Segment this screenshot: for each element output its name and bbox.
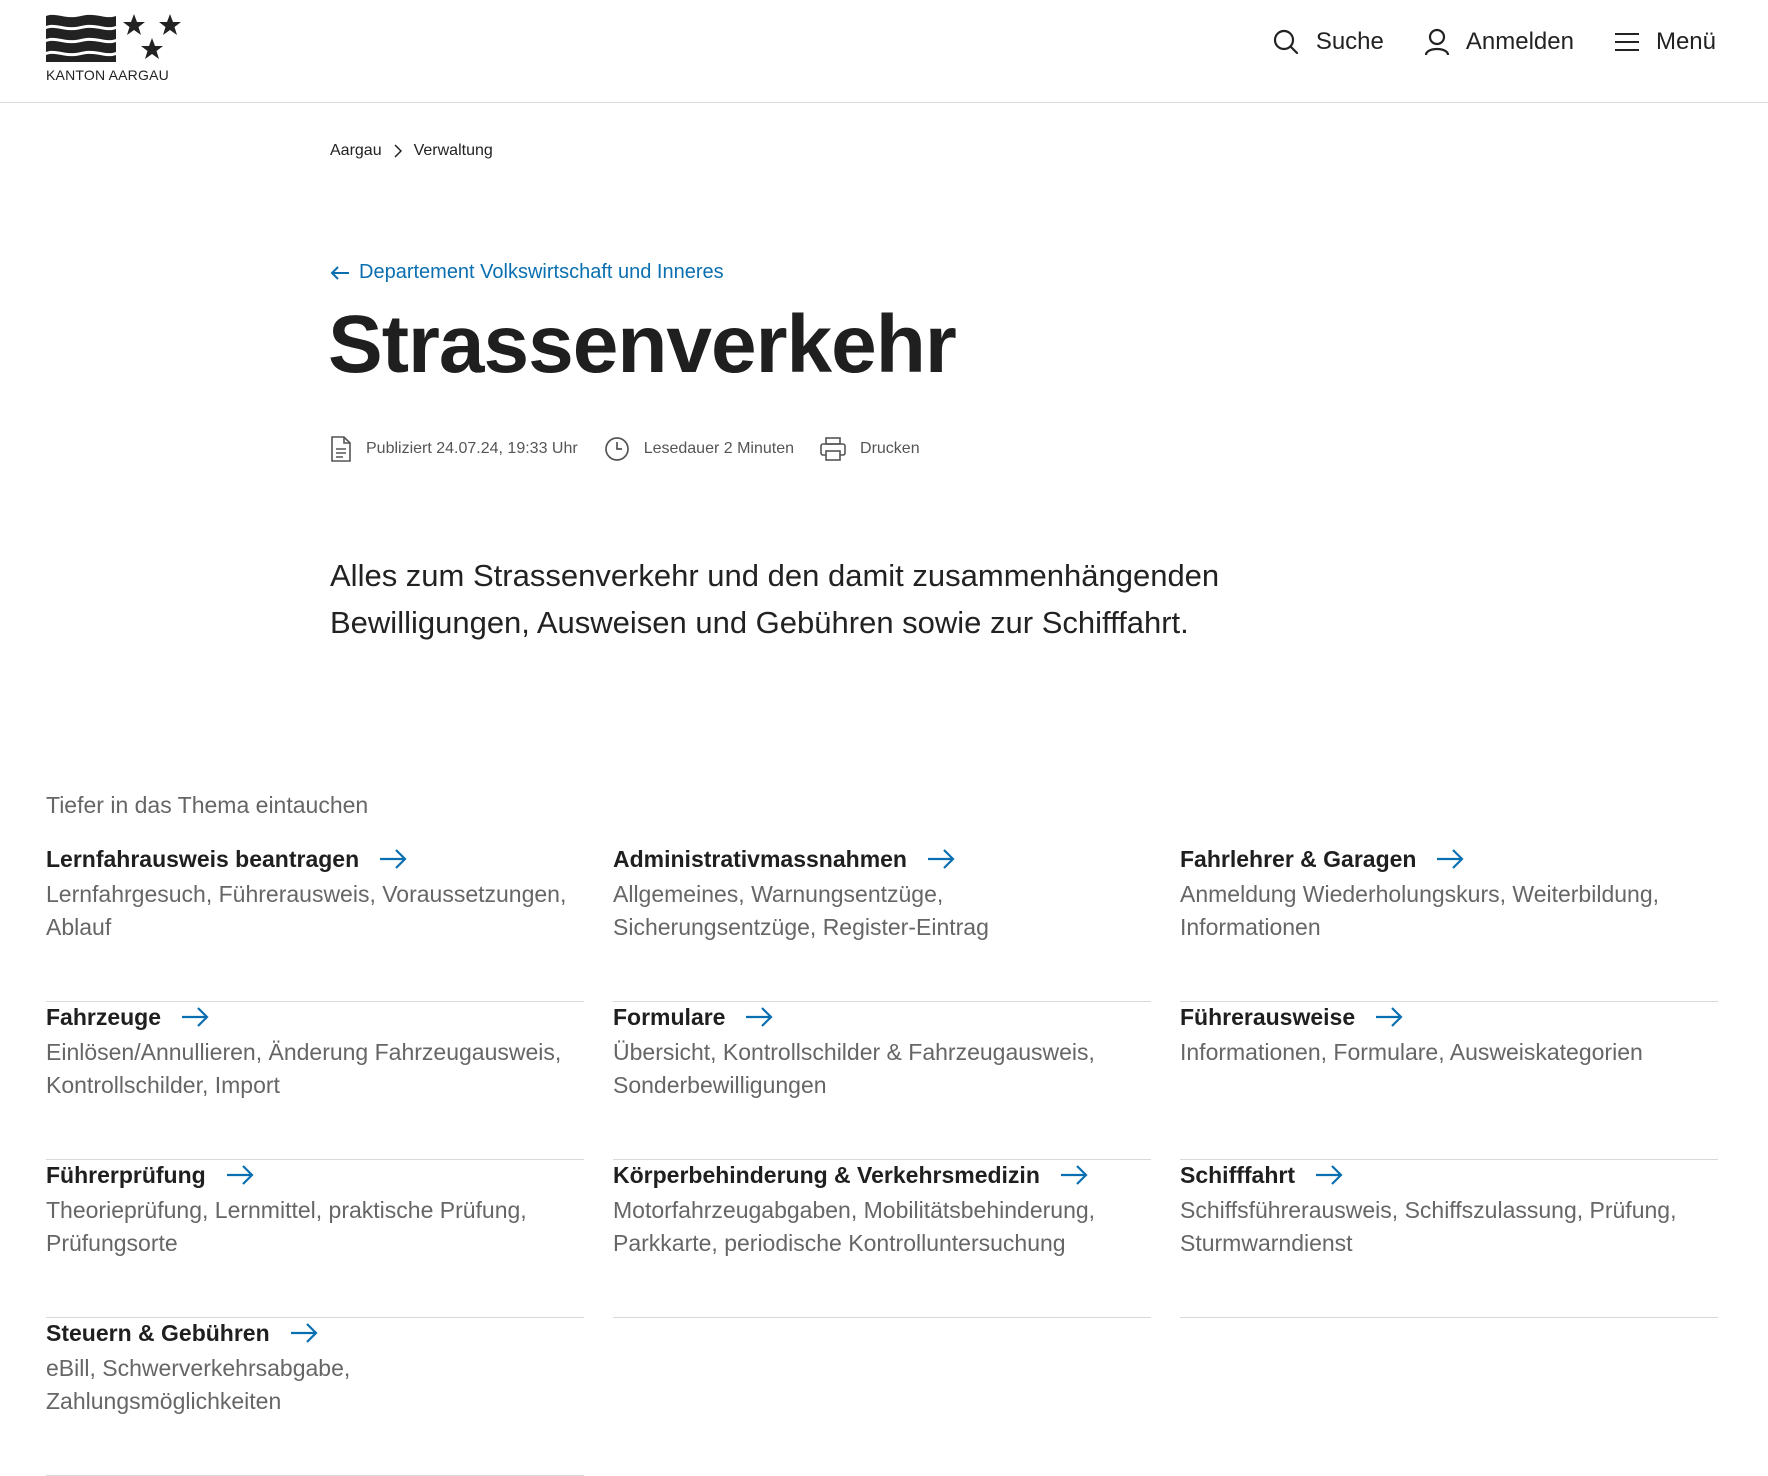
topic-card-description: Einlösen/Annullieren, Änderung Fahrzeuga… (46, 1039, 562, 1098)
topic-card-title: Schifffahrt (1180, 1161, 1295, 1188)
topic-card-header: Administrativmassnahmen (613, 844, 1151, 874)
user-icon (1424, 28, 1449, 56)
back-link-label: Departement Volkswirtschaft und Inneres (359, 261, 724, 283)
aargau-coat-of-arms-icon (46, 14, 181, 62)
topic-card[interactable]: Führerprüfung Theorieprüfung, Lernmittel,… (46, 1160, 584, 1318)
topic-card-description: Informationen, Formulare, Ausweiskategor… (1180, 1039, 1643, 1065)
topic-card-title: Führerausweise (1180, 1003, 1356, 1030)
login-label: Anmelden (1465, 28, 1574, 55)
topic-card[interactable]: Lernfahrausweis beantragen Lernfahrgesuch… (46, 844, 584, 1002)
topic-card-title: Fahrzeuge (46, 1003, 162, 1030)
topic-card-title: Formulare (613, 1003, 726, 1030)
topic-card-description: Anmeldung Wiederholungskurs, Weiterbildu… (1180, 881, 1660, 940)
topic-card-header: Fahrlehrer & Garagen (1180, 844, 1718, 874)
search-button[interactable]: Suche (1272, 28, 1384, 56)
search-icon (1273, 29, 1298, 55)
arrow-right-icon (1316, 1165, 1343, 1185)
topic-card-header: Führerausweise (1180, 1002, 1718, 1032)
topic-card-description: Motorfahrzeugabgaben, Mobilitätsbehinder… (613, 1197, 1096, 1256)
topic-card-title: Administrativmassnahmen (613, 845, 907, 872)
site-header: KANTON AARGAU Suche Anmelden Menü (0, 0, 1768, 103)
back-link[interactable]: Departement Volkswirtschaft und Inneres (330, 261, 724, 284)
reading-time: Lesedauer 2 Minuten (604, 436, 794, 462)
menu-label: Menü (1655, 28, 1716, 55)
section-title: Tiefer in das Thema eintauchen (46, 792, 369, 818)
arrow-right-icon (290, 1323, 318, 1343)
kanton-aargau-logo[interactable]: KANTON AARGAU (46, 14, 186, 84)
document-icon (331, 436, 351, 462)
header-nav: Suche Anmelden Menü (1232, 28, 1716, 56)
topic-card-description: Übersicht, Kontrollschilder & Fahrzeugau… (613, 1039, 1095, 1098)
topic-card-title: Führerprüfung (46, 1161, 206, 1188)
topic-card-description: Allgemeines, Warnungsentzüge, Sicherungs… (613, 881, 989, 940)
breadcrumb-item-verwaltung[interactable]: Verwaltung (414, 142, 493, 160)
topic-card[interactable]: Fahrzeuge Einlösen/Annullieren, Änderung … (46, 1002, 584, 1160)
topic-card[interactable]: Körperbehinderung & Verkehrsmedizin Motor… (613, 1160, 1151, 1318)
topic-card-title: Lernfahrausweis beantragen (46, 845, 360, 872)
breadcrumb-item-aargau[interactable]: Aargau (330, 142, 382, 160)
topic-card-description: Theorieprüfung, Lernmittel, praktische P… (46, 1197, 527, 1256)
topic-card[interactable]: Steuern & Gebühren eBill, Schwerverkehrsa… (46, 1318, 584, 1476)
lead-paragraph: Alles zum Strassenverkehr und den damit … (330, 558, 1220, 640)
topic-card-header: Körperbehinderung & Verkehrsmedizin (613, 1160, 1151, 1190)
topic-card-header: Schifffahrt (1180, 1160, 1718, 1190)
arrow-right-icon (1376, 1007, 1403, 1027)
topic-card-title: Steuern & Gebühren (46, 1319, 270, 1346)
arrow-right-icon (1060, 1165, 1088, 1185)
topic-card-header: Formulare (613, 1002, 1151, 1032)
hamburger-menu-icon (1614, 33, 1639, 51)
menu-button[interactable]: Menü (1614, 28, 1716, 56)
arrow-right-icon (1437, 849, 1465, 869)
arrow-right-icon (226, 1165, 254, 1185)
topic-card[interactable]: Formulare Übersicht, Kontrollschilder & F… (613, 1002, 1151, 1160)
published-text: Publiziert 24.07.24, 19:33 Uhr (366, 440, 578, 457)
topic-card-header: Steuern & Gebühren (46, 1318, 584, 1348)
topic-card[interactable]: Fahrlehrer & Garagen Anmeldung Wiederholu… (1180, 844, 1718, 1002)
chevron-right-icon (394, 144, 402, 158)
topic-card[interactable]: Schifffahrt Schiffsführerausweis, Schiffs… (1180, 1160, 1718, 1318)
printer-icon (820, 437, 846, 461)
published-info: Publiziert 24.07.24, 19:33 Uhr (330, 436, 578, 462)
topic-card-description: Lernfahrgesuch, Führerausweis, Vorausset… (46, 881, 567, 940)
topic-card-header: Lernfahrausweis beantragen (46, 844, 584, 874)
topic-card-header: Fahrzeuge (46, 1002, 584, 1032)
article-meta: Publiziert 24.07.24, 19:33 Uhr Lesedauer… (330, 436, 946, 462)
topic-card[interactable]: Führerausweise Informationen, Formulare, … (1180, 1002, 1718, 1160)
print-button[interactable]: Drucken (820, 437, 920, 461)
login-button[interactable]: Anmelden (1424, 28, 1574, 56)
page-title: Strassenverkehr (328, 299, 957, 390)
topic-card-description: Schiffsführerausweis, Schiffszulassung, … (1180, 1197, 1677, 1256)
arrow-right-icon (380, 849, 407, 869)
logo-text: KANTON AARGAU (46, 67, 169, 83)
search-label: Suche (1315, 28, 1384, 55)
arrow-right-icon (746, 1007, 774, 1027)
topic-card-title: Fahrlehrer & Garagen (1180, 845, 1417, 872)
arrow-left-icon (330, 265, 349, 280)
arrow-right-icon (927, 849, 955, 869)
breadcrumb: Aargau Verwaltung (330, 142, 493, 160)
topic-card-header: Führerprüfung (46, 1160, 584, 1190)
topic-card-description: eBill, Schwerverkehrsabgabe, Zahlungsmög… (46, 1355, 351, 1414)
arrow-right-icon (182, 1007, 209, 1027)
print-label: Drucken (860, 440, 920, 457)
topic-card[interactable]: Administrativmassnahmen Allgemeines, Warn… (613, 844, 1151, 1002)
clock-icon (604, 437, 629, 461)
topic-card-title: Körperbehinderung & Verkehrsmedizin (613, 1161, 1040, 1188)
reading-time-text: Lesedauer 2 Minuten (643, 440, 795, 457)
